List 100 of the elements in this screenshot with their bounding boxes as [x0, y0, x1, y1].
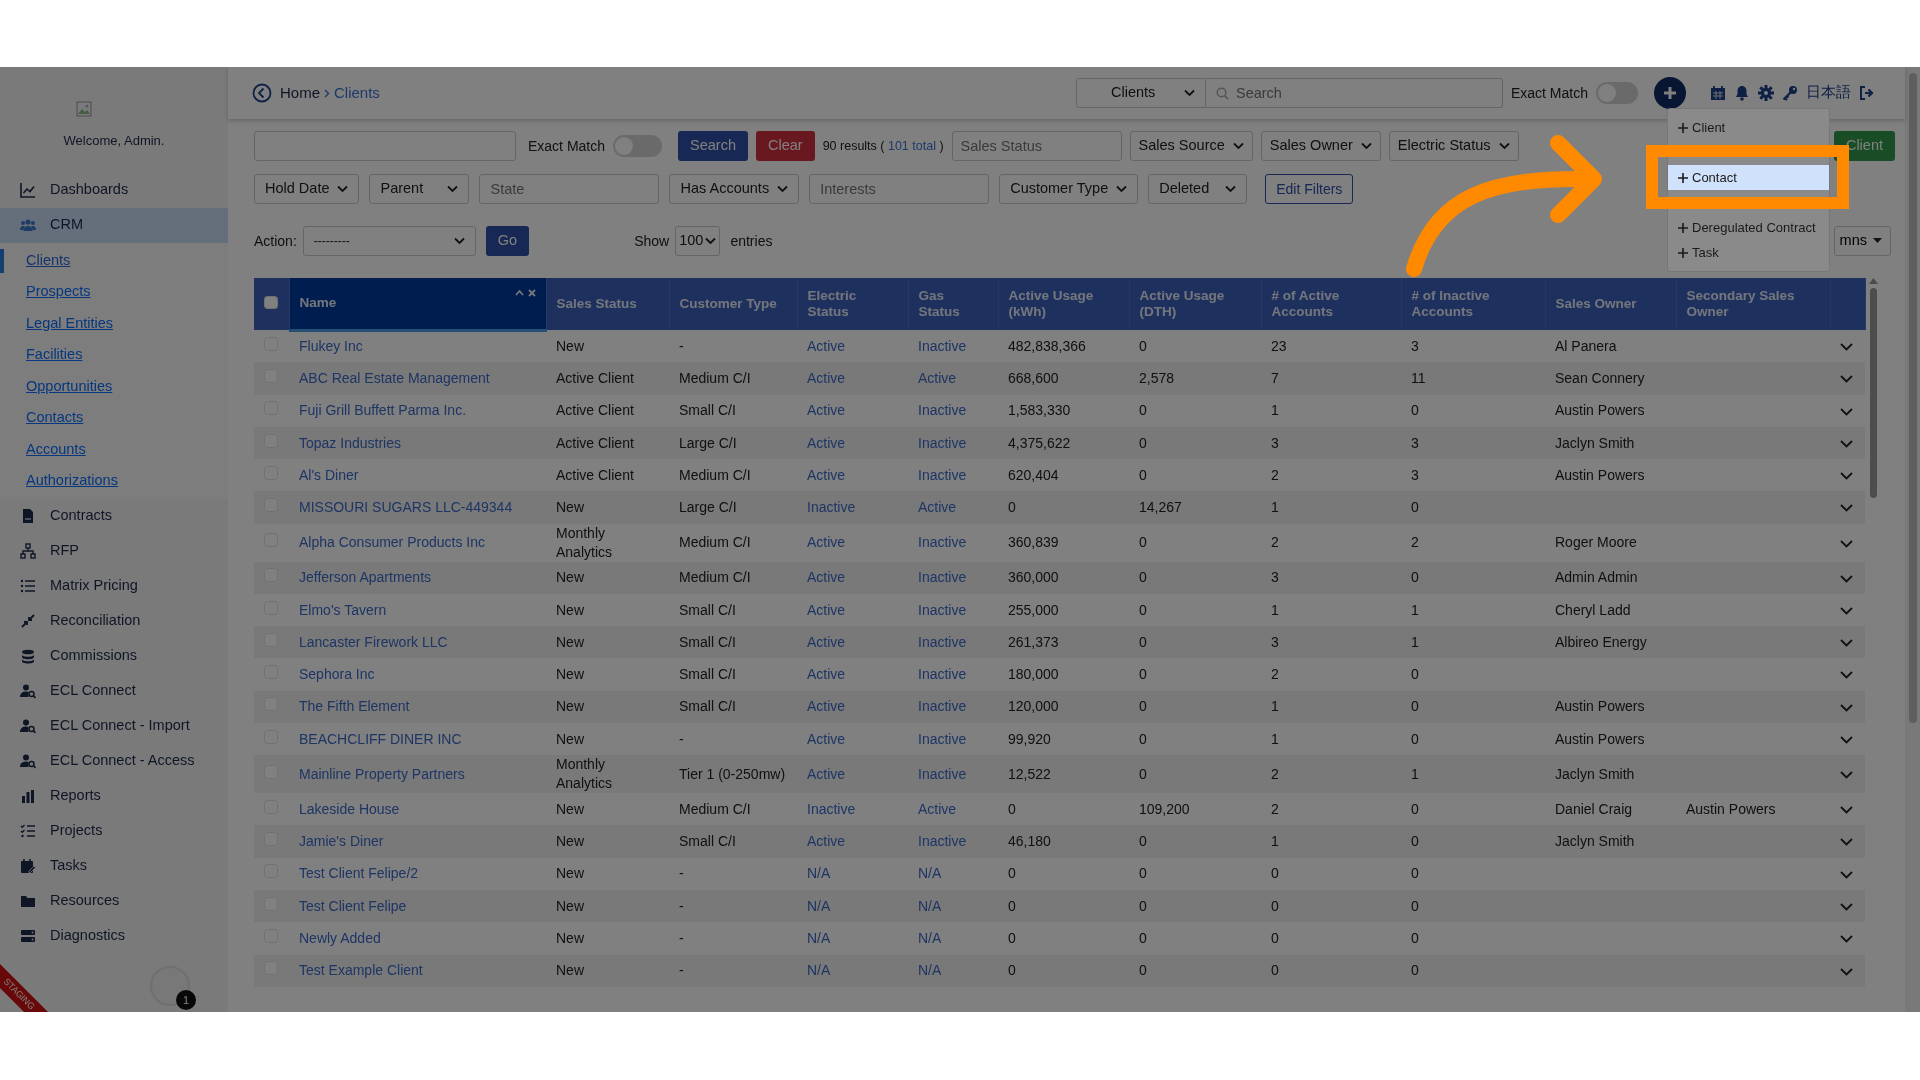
sidebar-subitem[interactable]: Authorizations: [0, 465, 228, 497]
column-header[interactable]: Active Usage (DTH): [1129, 278, 1261, 330]
sidebar-item[interactable]: ECL Connect - Access: [0, 743, 228, 779]
client-link[interactable]: Newly Added: [299, 930, 381, 946]
search-field[interactable]: Search: [1205, 78, 1503, 108]
sidebar-item[interactable]: Resources: [0, 883, 228, 919]
column-header[interactable]: Gas Status: [908, 278, 998, 330]
menu-item[interactable]: Deregulated Contract: [1668, 215, 1829, 240]
status-link[interactable]: N/A: [807, 962, 831, 979]
clear-button[interactable]: Clear: [756, 131, 815, 161]
sidebar-item[interactable]: RFP: [0, 533, 228, 569]
filter-select[interactable]: Hold Date: [254, 174, 360, 204]
client-link[interactable]: Topaz Industries: [299, 434, 401, 451]
expand-row-icon[interactable]: [1840, 771, 1853, 780]
expand-row-icon[interactable]: [1840, 407, 1853, 416]
status-link[interactable]: Active: [807, 730, 846, 747]
status-link[interactable]: Inactive: [918, 601, 967, 618]
client-link[interactable]: Flukey Inc: [299, 338, 363, 355]
menu-item[interactable]: Contact: [1668, 165, 1829, 190]
client-link[interactable]: Test Client Felipe/2: [299, 865, 419, 882]
search-button[interactable]: Search: [678, 131, 748, 161]
bell-icon[interactable]: [1734, 85, 1750, 101]
filter-select[interactable]: Deleted: [1148, 174, 1248, 204]
status-link[interactable]: Inactive: [807, 800, 856, 817]
filter-select[interactable]: Parent: [369, 174, 470, 204]
sidebar-item[interactable]: ECL Connect - Import: [0, 708, 228, 744]
sidebar-item[interactable]: CRM: [0, 207, 228, 243]
sidebar-subitem[interactable]: Clients: [0, 244, 228, 276]
status-link[interactable]: Inactive: [918, 337, 967, 354]
filter-select[interactable]: Customer Type: [999, 174, 1139, 204]
column-header[interactable]: Customer Type: [669, 278, 797, 330]
status-link[interactable]: N/A: [807, 897, 831, 914]
expand-row-icon[interactable]: [1840, 967, 1853, 976]
add-button[interactable]: [1654, 77, 1686, 109]
status-link[interactable]: Active: [918, 800, 957, 817]
status-link[interactable]: Active: [807, 466, 846, 483]
close-icon[interactable]: [527, 289, 536, 298]
filter-input[interactable]: State: [479, 174, 660, 204]
status-link[interactable]: Active: [807, 434, 846, 451]
client-link[interactable]: Lakeside House: [299, 800, 400, 817]
status-link[interactable]: Inactive: [918, 666, 967, 683]
sort-ascending-icon[interactable]: [514, 289, 524, 297]
status-link[interactable]: Active: [807, 534, 846, 551]
expand-row-icon[interactable]: [1840, 736, 1853, 745]
scroll-up-icon[interactable]: [1868, 278, 1878, 284]
expand-row-icon[interactable]: [1840, 539, 1853, 548]
key-icon[interactable]: [1782, 85, 1798, 101]
sidebar-item[interactable]: Reports: [0, 778, 228, 814]
status-link[interactable]: Inactive: [918, 730, 967, 747]
status-link[interactable]: Inactive: [918, 534, 967, 551]
client-link[interactable]: Jamie's Diner: [299, 833, 384, 850]
back-icon[interactable]: [252, 83, 272, 103]
column-header[interactable]: Active Usage (kWh): [998, 278, 1129, 330]
sidebar-item[interactable]: Commissions: [0, 638, 228, 674]
status-link[interactable]: N/A: [807, 930, 831, 946]
edit-filters-button[interactable]: Edit Filters: [1265, 174, 1354, 204]
search-input[interactable]: [254, 131, 516, 161]
status-link[interactable]: N/A: [918, 962, 942, 979]
column-header[interactable]: # of Active Accounts: [1261, 278, 1401, 330]
status-link[interactable]: Active: [807, 569, 846, 586]
sidebar-subitem[interactable]: Legal Entities: [0, 307, 228, 339]
client-link[interactable]: Fuji Grill Buffett Parma Inc.: [299, 402, 466, 419]
client-link[interactable]: BEACHCLIFF DINER INC: [299, 730, 462, 747]
status-link[interactable]: Active: [807, 370, 846, 386]
client-link[interactable]: Elmo's Tavern: [299, 601, 387, 618]
go-button[interactable]: Go: [485, 226, 530, 256]
sorted-column-header[interactable]: Name: [289, 278, 546, 330]
expand-row-icon[interactable]: [1840, 870, 1853, 879]
status-link[interactable]: Active: [807, 765, 846, 782]
status-link[interactable]: Active: [807, 666, 846, 683]
sidebar-subitem[interactable]: Opportunities: [0, 370, 228, 402]
client-link[interactable]: Alpha Consumer Products Inc: [299, 534, 485, 551]
filter-select[interactable]: Sales Owner: [1260, 131, 1381, 161]
expand-row-icon[interactable]: [1840, 903, 1853, 911]
breadcrumb-link[interactable]: Home: [280, 81, 320, 105]
language-link[interactable]: 日本語: [1806, 82, 1851, 104]
status-link[interactable]: Active: [807, 633, 846, 650]
expand-row-icon[interactable]: [1840, 439, 1853, 448]
sidebar-item[interactable]: Tasks: [0, 848, 228, 884]
entries-select[interactable]: 100: [675, 226, 721, 256]
status-link[interactable]: N/A: [807, 865, 831, 882]
filter-input[interactable]: Interests: [809, 174, 990, 204]
filter-input[interactable]: Sales Status: [951, 131, 1122, 161]
column-header[interactable]: Sales Status: [546, 278, 669, 330]
sidebar-subitem[interactable]: Facilities: [0, 339, 228, 371]
menu-item[interactable]: Task: [1668, 240, 1829, 265]
status-link[interactable]: N/A: [918, 930, 942, 946]
expand-row-icon[interactable]: [1840, 504, 1853, 513]
expand-row-icon[interactable]: [1840, 375, 1853, 384]
filter-select[interactable]: Has Accounts: [669, 174, 800, 204]
avatar[interactable]: [150, 966, 190, 1006]
total-link[interactable]: 101 total: [887, 138, 936, 153]
scrollbar-thumb[interactable]: [1909, 73, 1917, 723]
status-link[interactable]: Active: [807, 402, 846, 419]
filter-select[interactable]: Electric Status: [1388, 131, 1519, 161]
column-header[interactable]: # of Inactive Accounts: [1401, 278, 1545, 330]
settings-icon[interactable]: [1758, 85, 1774, 101]
expand-row-icon[interactable]: [1840, 703, 1853, 712]
calendar-icon[interactable]: [1710, 85, 1726, 101]
status-link[interactable]: Active: [807, 698, 846, 715]
